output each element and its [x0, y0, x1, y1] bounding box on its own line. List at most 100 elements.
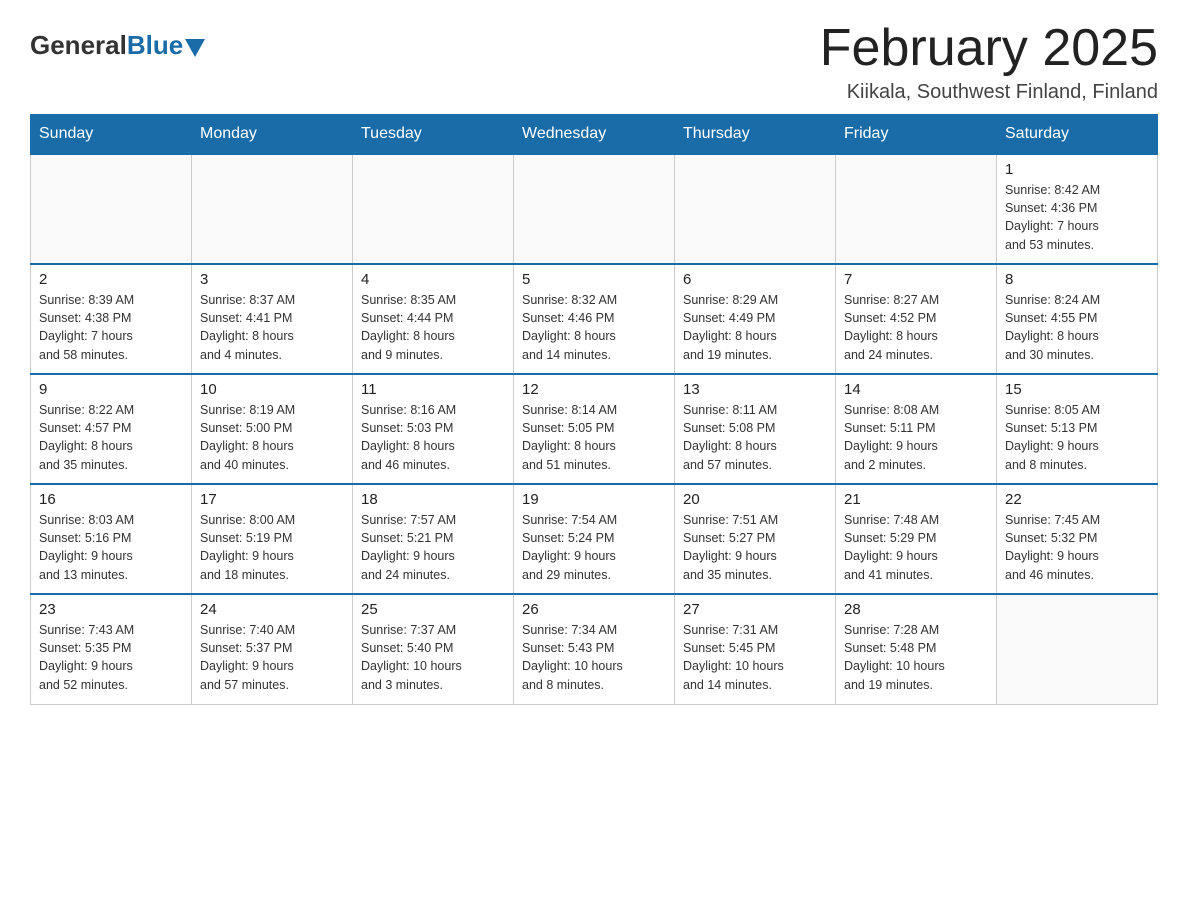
calendar-cell: 6Sunrise: 8:29 AM Sunset: 4:49 PM Daylig… — [675, 264, 836, 374]
day-number: 10 — [200, 381, 344, 398]
day-info: Sunrise: 7:40 AM Sunset: 5:37 PM Dayligh… — [200, 621, 344, 694]
calendar-cell: 7 Sunrise: 8:27 AM Sunset: 4:52 PM Daylig… — [836, 264, 997, 374]
day-number: 11 — [361, 381, 505, 398]
weekday-header-tuesday: Tuesday — [353, 115, 514, 155]
day-info: Sunrise: 8:08 AM Sunset: 5:11 PM Dayligh… — [844, 401, 988, 474]
calendar-cell — [675, 154, 836, 264]
day-info: Sunrise: 8:32 AM Sunset: 4:46 PM Dayligh… — [522, 291, 666, 364]
weekday-header-saturday: Saturday — [997, 115, 1158, 155]
day-number: 25 — [361, 601, 505, 618]
day-number: 19 — [522, 491, 666, 508]
day-info: Sunrise: 8:19 AM Sunset: 5:00 PM Dayligh… — [200, 401, 344, 474]
weekday-header-friday: Friday — [836, 115, 997, 155]
calendar-cell — [836, 154, 997, 264]
day-number: 2 — [39, 271, 183, 288]
location-subtitle: Kiikala, Southwest Finland, Finland — [820, 81, 1158, 104]
day-info: Sunrise: 8:37 AM Sunset: 4:41 PM Dayligh… — [200, 291, 344, 364]
week-row-4: 16 Sunrise: 8:03 AM Sunset: 5:16 PM Dayli… — [31, 484, 1158, 594]
weekday-header-thursday: Thursday — [675, 115, 836, 155]
day-number: 15 — [1005, 381, 1149, 398]
calendar-cell: 25 Sunrise: 7:37 AM Sunset: 5:40 PM Dayli… — [353, 594, 514, 704]
calendar-cell: 17 Sunrise: 8:00 AM Sunset: 5:19 PM Dayli… — [192, 484, 353, 594]
day-info: Sunrise: 7:57 AM Sunset: 5:21 PM Dayligh… — [361, 511, 505, 584]
week-row-2: 2Sunrise: 8:39 AM Sunset: 4:38 PM Daylig… — [31, 264, 1158, 374]
week-row-1: 1Sunrise: 8:42 AM Sunset: 4:36 PM Daylig… — [31, 154, 1158, 264]
month-title: February 2025 — [820, 20, 1158, 77]
calendar-cell: 2Sunrise: 8:39 AM Sunset: 4:38 PM Daylig… — [31, 264, 192, 374]
calendar-cell: 11 Sunrise: 8:16 AM Sunset: 5:03 PM Dayli… — [353, 374, 514, 484]
weekday-header-row: SundayMondayTuesdayWednesdayThursdayFrid… — [31, 115, 1158, 155]
day-number: 1 — [1005, 161, 1149, 178]
day-info: Sunrise: 8:29 AM Sunset: 4:49 PM Dayligh… — [683, 291, 827, 364]
day-info: Sunrise: 7:45 AM Sunset: 5:32 PM Dayligh… — [1005, 511, 1149, 584]
title-block: February 2025 Kiikala, Southwest Finland… — [820, 20, 1158, 104]
day-info: Sunrise: 7:34 AM Sunset: 5:43 PM Dayligh… — [522, 621, 666, 694]
day-info: Sunrise: 8:03 AM Sunset: 5:16 PM Dayligh… — [39, 511, 183, 584]
logo-blue-text: Blue — [127, 30, 183, 61]
calendar-cell: 23Sunrise: 7:43 AM Sunset: 5:35 PM Dayli… — [31, 594, 192, 704]
day-info: Sunrise: 7:28 AM Sunset: 5:48 PM Dayligh… — [844, 621, 988, 694]
calendar-cell — [353, 154, 514, 264]
calendar-cell: 21 Sunrise: 7:48 AM Sunset: 5:29 PM Dayli… — [836, 484, 997, 594]
day-info: Sunrise: 7:37 AM Sunset: 5:40 PM Dayligh… — [361, 621, 505, 694]
day-info: Sunrise: 7:31 AM Sunset: 5:45 PM Dayligh… — [683, 621, 827, 694]
calendar-cell: 14 Sunrise: 8:08 AM Sunset: 5:11 PM Dayli… — [836, 374, 997, 484]
logo-general-text: General — [30, 30, 127, 61]
day-number: 9 — [39, 381, 183, 398]
day-number: 5 — [522, 271, 666, 288]
logo-triangle-icon — [185, 39, 205, 57]
weekday-header-wednesday: Wednesday — [514, 115, 675, 155]
weekday-header-monday: Monday — [192, 115, 353, 155]
day-info: Sunrise: 8:16 AM Sunset: 5:03 PM Dayligh… — [361, 401, 505, 474]
calendar-cell: 19Sunrise: 7:54 AM Sunset: 5:24 PM Dayli… — [514, 484, 675, 594]
day-number: 12 — [522, 381, 666, 398]
day-number: 24 — [200, 601, 344, 618]
logo-blue-part: Blue — [127, 30, 205, 61]
calendar-cell: 26 Sunrise: 7:34 AM Sunset: 5:43 PM Dayli… — [514, 594, 675, 704]
calendar-cell: 9 Sunrise: 8:22 AM Sunset: 4:57 PM Daylig… — [31, 374, 192, 484]
day-number: 27 — [683, 601, 827, 618]
calendar-cell: 18 Sunrise: 7:57 AM Sunset: 5:21 PM Dayli… — [353, 484, 514, 594]
calendar-cell: 27 Sunrise: 7:31 AM Sunset: 5:45 PM Dayli… — [675, 594, 836, 704]
day-info: Sunrise: 8:22 AM Sunset: 4:57 PM Dayligh… — [39, 401, 183, 474]
day-number: 4 — [361, 271, 505, 288]
day-info: Sunrise: 8:27 AM Sunset: 4:52 PM Dayligh… — [844, 291, 988, 364]
day-number: 28 — [844, 601, 988, 618]
calendar-cell: 10 Sunrise: 8:19 AM Sunset: 5:00 PM Dayli… — [192, 374, 353, 484]
calendar-cell — [514, 154, 675, 264]
calendar-cell — [31, 154, 192, 264]
week-row-3: 9 Sunrise: 8:22 AM Sunset: 4:57 PM Daylig… — [31, 374, 1158, 484]
day-number: 17 — [200, 491, 344, 508]
day-number: 8 — [1005, 271, 1149, 288]
calendar-cell: 4 Sunrise: 8:35 AM Sunset: 4:44 PM Daylig… — [353, 264, 514, 374]
day-number: 21 — [844, 491, 988, 508]
page-header: General Blue February 2025 Kiikala, Sout… — [30, 20, 1158, 104]
calendar-cell: 12 Sunrise: 8:14 AM Sunset: 5:05 PM Dayli… — [514, 374, 675, 484]
calendar-cell: 8Sunrise: 8:24 AM Sunset: 4:55 PM Daylig… — [997, 264, 1158, 374]
day-info: Sunrise: 8:14 AM Sunset: 5:05 PM Dayligh… — [522, 401, 666, 474]
day-number: 14 — [844, 381, 988, 398]
calendar-cell: 3Sunrise: 8:37 AM Sunset: 4:41 PM Daylig… — [192, 264, 353, 374]
day-number: 26 — [522, 601, 666, 618]
calendar-cell: 13Sunrise: 8:11 AM Sunset: 5:08 PM Dayli… — [675, 374, 836, 484]
day-number: 7 — [844, 271, 988, 288]
day-info: Sunrise: 8:35 AM Sunset: 4:44 PM Dayligh… — [361, 291, 505, 364]
calendar-cell: 24 Sunrise: 7:40 AM Sunset: 5:37 PM Dayli… — [192, 594, 353, 704]
calendar-cell: 5 Sunrise: 8:32 AM Sunset: 4:46 PM Daylig… — [514, 264, 675, 374]
calendar-cell: 1Sunrise: 8:42 AM Sunset: 4:36 PM Daylig… — [997, 154, 1158, 264]
logo: General Blue — [30, 30, 205, 61]
calendar-table: SundayMondayTuesdayWednesdayThursdayFrid… — [30, 114, 1158, 705]
calendar-cell: 15Sunrise: 8:05 AM Sunset: 5:13 PM Dayli… — [997, 374, 1158, 484]
day-number: 18 — [361, 491, 505, 508]
calendar-cell: 22Sunrise: 7:45 AM Sunset: 5:32 PM Dayli… — [997, 484, 1158, 594]
calendar-cell: 20 Sunrise: 7:51 AM Sunset: 5:27 PM Dayli… — [675, 484, 836, 594]
calendar-cell: 16 Sunrise: 8:03 AM Sunset: 5:16 PM Dayli… — [31, 484, 192, 594]
day-info: Sunrise: 8:00 AM Sunset: 5:19 PM Dayligh… — [200, 511, 344, 584]
day-number: 16 — [39, 491, 183, 508]
day-number: 13 — [683, 381, 827, 398]
day-info: Sunrise: 7:51 AM Sunset: 5:27 PM Dayligh… — [683, 511, 827, 584]
day-info: Sunrise: 7:48 AM Sunset: 5:29 PM Dayligh… — [844, 511, 988, 584]
weekday-header-sunday: Sunday — [31, 115, 192, 155]
day-number: 20 — [683, 491, 827, 508]
week-row-5: 23Sunrise: 7:43 AM Sunset: 5:35 PM Dayli… — [31, 594, 1158, 704]
